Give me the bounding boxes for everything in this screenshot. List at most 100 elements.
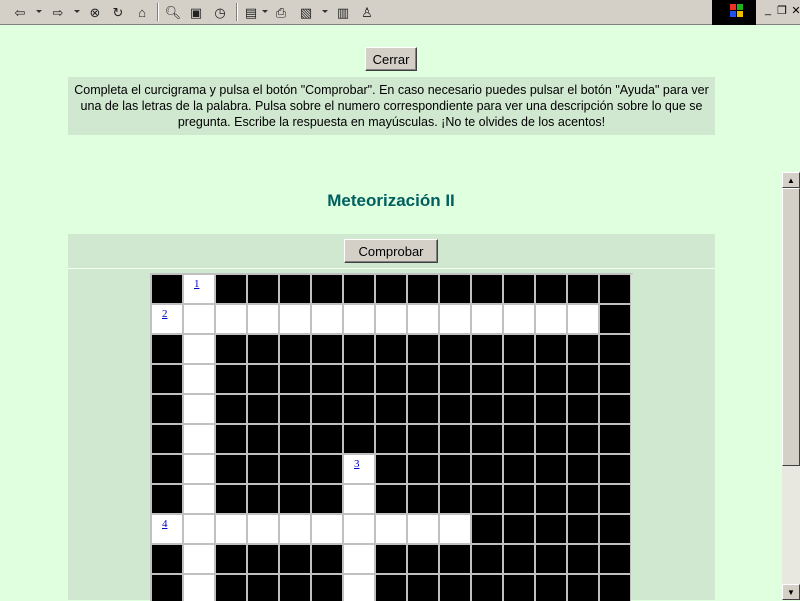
crossword-block (247, 394, 279, 424)
crossword-block (375, 424, 407, 454)
crossword-clue-cell[interactable]: 2 (151, 304, 183, 334)
crossword-cell[interactable] (503, 304, 535, 334)
crossword-cell[interactable] (471, 304, 503, 334)
crossword-clue-cell[interactable]: 3 (343, 454, 375, 484)
favorites-icon[interactable]: ▣ (186, 2, 206, 22)
discuss-icon[interactable]: ▥ (333, 2, 353, 22)
history-icon[interactable]: ◷ (210, 2, 230, 22)
crossword-block (215, 484, 247, 514)
clue-number-link[interactable]: 3 (354, 458, 360, 470)
crossword-block (151, 574, 183, 601)
crossword-block (599, 484, 631, 514)
crossword-cell[interactable] (183, 484, 215, 514)
crossword-block (503, 454, 535, 484)
crossword-cell[interactable] (567, 304, 599, 334)
crossword-cell[interactable] (183, 574, 215, 601)
print-icon[interactable]: ⎙ (271, 2, 291, 22)
vertical-scrollbar[interactable]: ▲ ▼ (782, 172, 800, 600)
crossword-block (503, 334, 535, 364)
crossword-block (247, 274, 279, 304)
scroll-up-icon[interactable]: ▲ (782, 172, 800, 188)
instructions-text: Completa el curcigrama y pulsa el botón … (68, 77, 715, 135)
crossword-block (599, 304, 631, 334)
crossword-block (215, 364, 247, 394)
edit-icon[interactable]: ▧ (296, 2, 316, 22)
crossword-cell[interactable] (407, 514, 439, 544)
crossword-block (407, 484, 439, 514)
crossword-cell[interactable] (183, 544, 215, 574)
crossword-cell[interactable] (535, 304, 567, 334)
back-dropdown-icon[interactable] (36, 10, 42, 13)
crossword-block (311, 394, 343, 424)
crossword-cell[interactable] (183, 334, 215, 364)
messenger-icon[interactable]: ♙ (357, 2, 377, 22)
crossword-block (151, 484, 183, 514)
crossword-cell[interactable] (215, 304, 247, 334)
crossword-cell[interactable] (215, 514, 247, 544)
crossword-cell[interactable] (247, 304, 279, 334)
crossword-block (535, 454, 567, 484)
crossword-cell[interactable] (439, 514, 471, 544)
crossword-cell[interactable] (343, 514, 375, 544)
crossword-cell[interactable] (247, 514, 279, 544)
crossword-block (471, 424, 503, 454)
crossword-cell[interactable] (343, 304, 375, 334)
stop-icon[interactable]: ⊗ (85, 2, 105, 22)
crossword-clue-cell[interactable]: 4 (151, 514, 183, 544)
scroll-thumb[interactable] (782, 188, 800, 466)
crossword-cell[interactable] (279, 514, 311, 544)
crossword-block (599, 334, 631, 364)
crossword-cell[interactable] (343, 484, 375, 514)
scroll-down-icon[interactable]: ▼ (782, 584, 800, 600)
crossword-cell[interactable] (375, 304, 407, 334)
clue-number-link[interactable]: 4 (162, 518, 168, 530)
crossword-block (311, 334, 343, 364)
crossword-block (247, 424, 279, 454)
crossword-block (503, 364, 535, 394)
crossword-block (279, 484, 311, 514)
forward-icon[interactable]: ⇨ (48, 2, 68, 22)
clue-number-link[interactable]: 1 (194, 278, 200, 290)
crossword-block (599, 544, 631, 574)
crossword-cell[interactable] (183, 424, 215, 454)
crossword-block (151, 544, 183, 574)
crossword-cell[interactable] (375, 514, 407, 544)
crossword-cell[interactable] (183, 364, 215, 394)
crossword-clue-cell[interactable]: 1 (183, 274, 215, 304)
crossword-cell[interactable] (183, 514, 215, 544)
crossword-cell[interactable] (279, 304, 311, 334)
search-icon[interactable]: 🔍︎ (163, 2, 183, 22)
crossword-block (279, 424, 311, 454)
close-window-icon[interactable]: ✕ (788, 3, 800, 17)
crossword-block (215, 544, 247, 574)
mail-icon[interactable]: ▤ (241, 2, 261, 22)
crossword-cell[interactable] (439, 304, 471, 334)
crossword-cell[interactable] (311, 514, 343, 544)
mail-dropdown-icon[interactable] (262, 10, 268, 13)
home-icon[interactable]: ⌂ (132, 2, 152, 22)
crossword-block (567, 544, 599, 574)
crossword-block (215, 334, 247, 364)
crossword-cell[interactable] (343, 544, 375, 574)
refresh-icon[interactable]: ↻ (108, 2, 128, 22)
crossword-block (343, 394, 375, 424)
crossword-cell[interactable] (183, 394, 215, 424)
crossword-block (311, 274, 343, 304)
crossword-block (503, 394, 535, 424)
crossword-block (599, 364, 631, 394)
clue-number-link[interactable]: 2 (162, 308, 168, 320)
forward-dropdown-icon[interactable] (74, 10, 80, 13)
close-button[interactable]: Cerrar (365, 47, 417, 71)
crossword-block (535, 544, 567, 574)
edit-dropdown-icon[interactable] (322, 10, 328, 13)
check-button[interactable]: Comprobar (344, 239, 438, 263)
back-icon[interactable]: ⇦ (10, 2, 30, 22)
crossword-cell[interactable] (311, 304, 343, 334)
crossword-block (151, 424, 183, 454)
crossword-block (215, 454, 247, 484)
crossword-cell[interactable] (183, 304, 215, 334)
crossword-cell[interactable] (343, 574, 375, 601)
crossword-cell[interactable] (407, 304, 439, 334)
crossword-cell[interactable] (183, 454, 215, 484)
crossword-block (535, 514, 567, 544)
